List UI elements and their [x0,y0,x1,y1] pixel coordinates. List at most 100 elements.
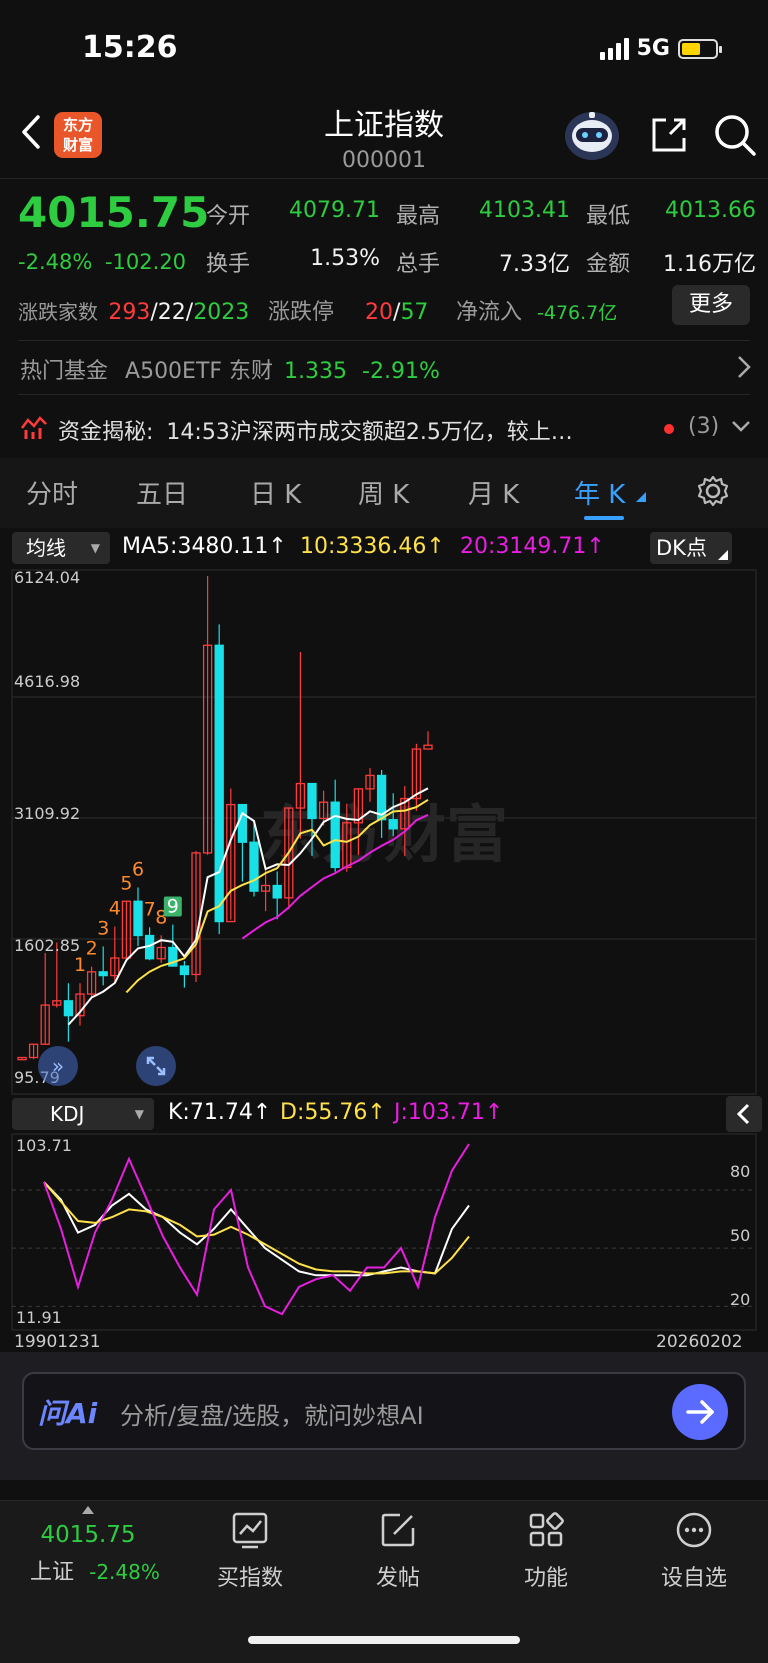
nav-index-change: -2.48% [89,1560,160,1584]
tab-intraday[interactable]: 分时 [26,474,78,511]
candle-down [272,884,282,899]
inflow-row[interactable]: 净流入 -476.7亿 [456,294,617,326]
news-count: (3) [688,414,720,439]
tab-five-day[interactable]: 五日 [136,474,188,511]
expand-icon[interactable] [136,1046,176,1086]
tab-yearly-k[interactable]: 年 K [574,474,625,511]
low-value: 4013.66 [665,198,756,223]
dk-point-button[interactable]: DK点 [650,532,732,564]
nav-index-name: 上证 [30,1560,75,1585]
divider [18,394,750,395]
expand-up-icon[interactable] [82,1506,94,1514]
limit-down: 57 [400,300,429,325]
low-label: 最低 [586,204,631,229]
breadth-up: 293 [108,300,151,325]
turnover-value: 1.53% [310,246,380,271]
amount-value: 1.16万亿 [663,252,756,277]
nav-add-watchlist[interactable]: 设自选 [634,1510,754,1592]
td-mark-5: 5 [120,872,132,894]
main-indicator-value: 均线 [26,536,66,560]
share-icon[interactable] [648,114,690,156]
kdj-level-20: 20 [730,1290,751,1309]
nav-functions[interactable]: 功能 [486,1510,606,1592]
tab-weekly-k[interactable]: 周 K [358,474,409,511]
active-tab-indicator [584,516,624,520]
breadth-down: 2023 [193,300,250,325]
select-arrow-icon: ▼ [90,541,100,555]
y-label-4: 1602.85 [14,936,81,955]
battery-icon [678,38,722,59]
td-mark-7: 7 [144,898,156,920]
nav-buy-index[interactable]: 买指数 [190,1510,310,1592]
nav-label-post: 发帖 [375,1566,420,1591]
network-type: 5G [636,36,670,61]
collapse-panel-button[interactable] [726,1096,762,1132]
candle-down [307,782,317,820]
search-icon[interactable] [712,112,758,158]
kdj-y-min: 11.91 [16,1308,62,1327]
corner-arrow-icon [718,550,728,560]
signal-icon [599,37,629,60]
amount-label: 金额 [586,252,631,277]
change-absolute: -102.20 [104,250,187,274]
breadth-row[interactable]: 涨跌家数 293/22/2023 [18,296,249,325]
td-mark-3: 3 [97,917,109,939]
more-dots-icon [676,1512,712,1548]
nav-label-add-watchlist: 设自选 [660,1566,727,1591]
arrow-right-icon [686,1400,714,1424]
kdj-level-50: 50 [730,1226,751,1245]
tab-monthly-k[interactable]: 月 K [468,474,519,511]
tab-daily-k[interactable]: 日 K [250,474,301,511]
chevron-down-icon[interactable] [730,418,752,434]
inflow-label: 净流入 [456,300,523,325]
home-indicator[interactable] [248,1636,520,1644]
open-label: 今开 [206,204,251,229]
price-change: -2.48% -102.20 [18,250,186,274]
volume-label: 总手 [396,252,441,277]
main-indicator-select[interactable]: 均线 ▼ [12,532,110,564]
current-price: 4015.75 [18,188,210,237]
unread-dot [664,424,674,434]
candle-down [63,1000,74,1017]
settings-gear-icon[interactable] [696,474,730,508]
ask-ai-logo: 问Ai [38,1397,98,1430]
limit-row[interactable]: 涨跌停 20/57 [268,294,428,326]
limit-label: 涨跌停 [268,300,335,325]
sub-indicator-select[interactable]: KDJ ▼ [12,1098,154,1130]
send-button[interactable] [672,1384,728,1440]
index-quote-widget[interactable]: 4015.75 上证 -2.48% [28,1522,160,1586]
kdj-frame [11,1133,757,1331]
nav-post[interactable]: 发帖 [338,1510,458,1592]
ma5-value: MA5:3480.11↑ [122,534,287,559]
candle-down [237,803,248,843]
candle-down [214,644,224,923]
candle-down [133,900,143,937]
high-label: 最高 [396,204,441,229]
candle-down [179,965,190,976]
ask-ai-placeholder: 分析/复盘/选股，就问妙想AI [120,1402,424,1430]
kdj-chart[interactable] [0,1132,768,1332]
hot-fund-row[interactable]: 热门基金 A500ETF 东财 1.335 -2.91% [20,353,440,385]
y-label-max: 6124.04 [14,568,81,587]
breadth-sep-1: / [150,300,158,325]
more-button[interactable]: 更多 [672,285,750,325]
chevron-right-icon[interactable] [736,354,752,380]
news-ticker[interactable]: 资金揭秘: 14:53沪深两市成交额超2.5万亿，较上… [58,414,573,446]
ai-robot-icon[interactable] [562,106,622,162]
candle-down [249,841,259,892]
trend-chart-icon [232,1512,268,1549]
candlestick-chart[interactable]: 东方财富1234567 8 9 [0,566,768,1096]
fast-forward-icon[interactable]: » [38,1046,78,1086]
divider [18,340,750,341]
td-mark-4: 4 [109,898,121,920]
candle-down [98,971,108,977]
change-percent: -2.48% [18,250,93,274]
x-label-end: 20260202 [656,1332,743,1352]
grid-apps-icon [529,1512,564,1547]
nav-label-buy-index: 买指数 [216,1566,283,1591]
td-mark-2: 2 [86,938,98,960]
kdj-y-max: 103.71 [16,1136,72,1155]
hot-fund-name: A500ETF 东财 [125,359,274,384]
hot-fund-price: 1.335 [284,359,348,384]
ma20-value: 20:3149.71↑ [460,534,605,559]
